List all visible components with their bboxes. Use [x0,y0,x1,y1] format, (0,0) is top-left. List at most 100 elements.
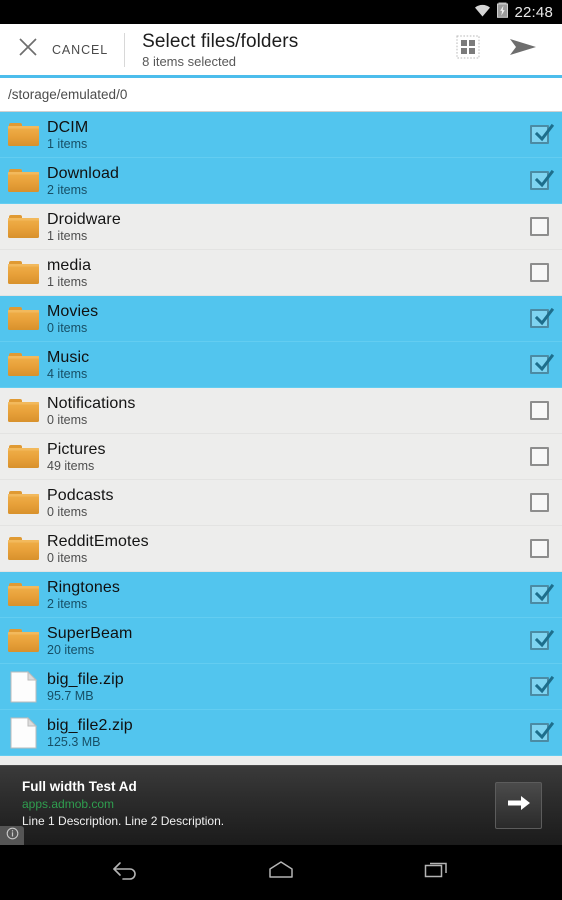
checkbox-checked-icon [529,583,554,604]
list-item-name: Pictures [47,440,106,458]
list-item-text: Pictures 49 items [46,440,516,474]
list-item-meta: 49 items [47,458,95,473]
list-item-text: big_file2.zip 125.3 MB [46,716,516,750]
list-item-meta: 2 items [47,182,88,197]
checkbox-checked-icon [529,169,554,190]
folder-icon [0,305,46,332]
ad-info-badge[interactable] [0,826,24,845]
list-item-checkbox[interactable] [516,675,562,696]
toolbar-actions [445,27,562,73]
list-item-text: Notifications 0 items [46,394,516,428]
list-item-text: media 1 items [46,256,516,290]
checkbox-unchecked-icon [529,263,549,282]
list-item-checkbox[interactable] [516,583,562,604]
list-item-checkbox[interactable] [516,721,562,742]
list-item[interactable]: DCIM 1 items [0,112,562,158]
list-item[interactable]: Notifications 0 items [0,388,562,434]
list-item-name: Notifications [47,394,136,412]
list-item[interactable]: SuperBeam 20 items [0,618,562,664]
list-item-checkbox[interactable] [516,307,562,328]
list-item-meta: 125.3 MB [47,734,101,749]
file-icon [0,670,46,703]
folder-icon [0,443,46,470]
folder-icon [0,121,46,148]
selection-count: 8 items selected [142,53,237,69]
list-item[interactable]: big_file.zip 95.7 MB [0,664,562,710]
list-item-checkbox[interactable] [516,263,562,282]
list-item-name: Music [47,348,90,366]
list-item-text: RedditEmotes 0 items [46,532,516,566]
nav-recents-button[interactable] [409,853,465,893]
cancel-button[interactable]: CANCEL [0,24,108,75]
checkbox-checked-icon [529,721,554,742]
list-item-checkbox[interactable] [516,629,562,650]
grid-view-button[interactable] [445,27,491,73]
ad-title: Full width Test Ad [22,779,137,794]
file-icon [0,716,46,749]
list-item[interactable]: Movies 0 items [0,296,562,342]
send-button[interactable] [500,27,546,73]
list-item-meta: 1 items [47,228,88,243]
list-item-name: Ringtones [47,578,120,596]
current-path: /storage/emulated/0 [8,87,128,102]
list-item-name: media [47,256,92,274]
nav-home-button[interactable] [253,853,309,893]
ad-text-block: Full width Test Ad apps.admob.com Line 1… [0,766,562,830]
list-item[interactable]: Download 2 items [0,158,562,204]
checkbox-checked-icon [529,353,554,374]
path-bar[interactable]: /storage/emulated/0 [0,78,562,112]
list-item-checkbox[interactable] [516,123,562,144]
android-nav-bar [0,845,562,900]
list-item-text: DCIM 1 items [46,118,516,152]
folder-icon [0,213,46,240]
list-item[interactable]: big_file2.zip 125.3 MB [0,710,562,756]
list-item-checkbox[interactable] [516,401,562,420]
checkbox-unchecked-icon [529,447,549,466]
list-item-checkbox[interactable] [516,539,562,558]
list-item[interactable]: RedditEmotes 0 items [0,526,562,572]
list-item-text: Ringtones 2 items [46,578,516,612]
info-icon [6,827,19,845]
list-item[interactable]: Podcasts 0 items [0,480,562,526]
list-item-meta: 1 items [47,136,88,151]
ad-cta-button[interactable] [495,782,542,829]
list-item-meta: 0 items [47,504,88,519]
list-item[interactable]: Music 4 items [0,342,562,388]
list-item-text: Droidware 1 items [46,210,516,244]
device-screen: 22:48 CANCEL Select files/folders 8 item… [0,0,562,900]
list-item-meta: 20 items [47,642,95,657]
list-item-name: Movies [47,302,99,320]
wifi-icon [474,3,491,22]
ad-banner[interactable]: Full width Test Ad apps.admob.com Line 1… [0,765,562,845]
list-item-meta: 2 items [47,596,88,611]
folder-icon [0,351,46,378]
checkbox-checked-icon [529,675,554,696]
list-item-text: Podcasts 0 items [46,486,516,520]
list-item[interactable]: media 1 items [0,250,562,296]
file-list[interactable]: DCIM 1 items Download 2 items Droidware 1 ite… [0,112,562,765]
list-item-meta: 0 items [47,550,88,565]
home-icon [268,859,294,886]
grid-view-icon [456,35,480,64]
list-item[interactable]: Ringtones 2 items [0,572,562,618]
list-item-meta: 0 items [47,320,88,335]
list-item-text: Movies 0 items [46,302,516,336]
list-item-checkbox[interactable] [516,169,562,190]
list-item-checkbox[interactable] [516,217,562,236]
list-item[interactable]: Pictures 49 items [0,434,562,480]
status-bar: 22:48 [0,0,562,24]
ad-url: apps.admob.com [22,797,115,811]
list-item-checkbox[interactable] [516,447,562,466]
list-item-checkbox[interactable] [516,493,562,512]
cancel-label: CANCEL [52,42,109,57]
list-item-meta: 0 items [47,412,88,427]
list-item-checkbox[interactable] [516,353,562,374]
list-item-text: SuperBeam 20 items [46,624,516,658]
folder-icon [0,167,46,194]
recents-icon [424,859,450,886]
list-item-text: Music 4 items [46,348,516,382]
list-item[interactable]: Droidware 1 items [0,204,562,250]
checkbox-checked-icon [529,629,554,650]
toolbar: CANCEL Select files/folders 8 items sele… [0,24,562,75]
nav-back-button[interactable] [97,853,153,893]
